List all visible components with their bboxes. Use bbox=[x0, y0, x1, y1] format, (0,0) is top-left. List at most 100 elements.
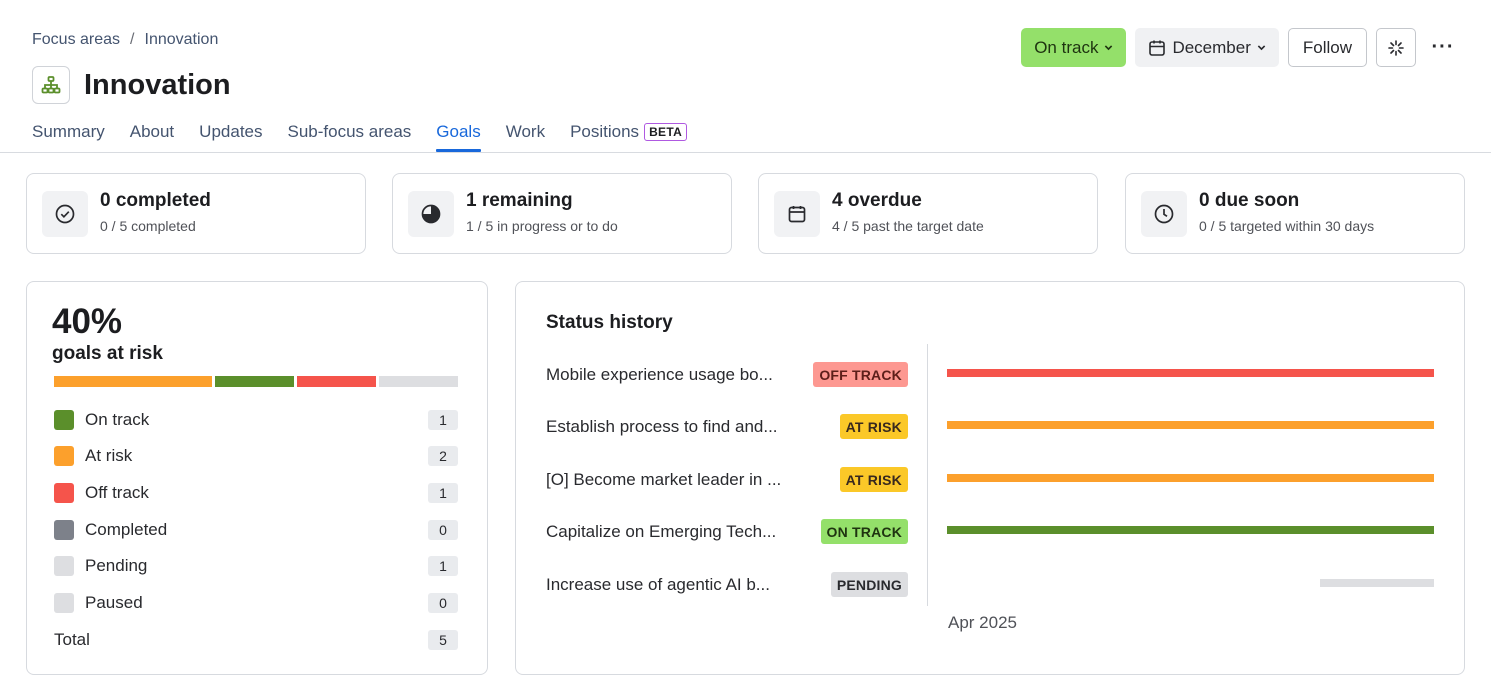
history-row[interactable]: Capitalize on Emerging Tech... ON TRACK bbox=[546, 519, 908, 545]
tab-updates[interactable]: Updates bbox=[199, 122, 262, 151]
tab-bar: Summary About Updates Sub-focus areas Go… bbox=[32, 122, 688, 152]
more-icon: ··· bbox=[1431, 36, 1455, 58]
total-count-badge: 5 bbox=[428, 630, 458, 650]
goal-name: Establish process to find and... bbox=[546, 417, 778, 436]
legend-row-paused[interactable]: Paused 0 bbox=[54, 592, 458, 614]
status-history-panel: Status history Mobile experience usage b… bbox=[515, 281, 1465, 675]
stat-card-due-soon[interactable]: 0 due soon 0 / 5 targeted within 30 days bbox=[1125, 173, 1465, 254]
risk-label: goals at risk bbox=[52, 343, 163, 364]
count-badge: 1 bbox=[428, 556, 458, 576]
goals-at-risk-panel: 40% goals at risk On track 1 At risk 2 O… bbox=[26, 281, 488, 675]
count-badge: 1 bbox=[428, 483, 458, 503]
stat-card-overdue[interactable]: 4 overdue 4 / 5 past the target date bbox=[758, 173, 1098, 254]
stat-card-completed[interactable]: 0 completed 0 / 5 completed bbox=[26, 173, 366, 254]
tab-label: Goals bbox=[436, 122, 481, 141]
legend-row-total: Total 5 bbox=[54, 629, 458, 651]
follow-button[interactable]: Follow bbox=[1287, 28, 1367, 67]
ai-sparkle-button[interactable] bbox=[1376, 28, 1416, 67]
history-row[interactable]: Increase use of agentic AI b... PENDING bbox=[546, 572, 908, 598]
legend-swatch bbox=[54, 520, 74, 540]
breadcrumb-separator: / bbox=[130, 31, 135, 48]
calendar-icon bbox=[774, 191, 820, 237]
legend-label: Completed bbox=[85, 520, 168, 539]
tab-about[interactable]: About bbox=[130, 122, 174, 151]
total-label: Total bbox=[54, 630, 90, 649]
legend-label: Paused bbox=[85, 593, 143, 612]
status-history-title: Status history bbox=[546, 312, 673, 333]
tab-label: Positions bbox=[570, 122, 640, 141]
goal-name: [O] Become market leader in ... bbox=[546, 470, 782, 489]
tab-sub-focus-areas[interactable]: Sub-focus areas bbox=[288, 122, 412, 151]
legend-swatch bbox=[54, 593, 74, 613]
tab-positions[interactable]: Positions BETA bbox=[570, 122, 688, 151]
tab-goals[interactable]: Goals bbox=[436, 122, 482, 152]
legend-label: At risk bbox=[85, 446, 133, 465]
stat-title: 0 completed bbox=[100, 190, 211, 211]
history-bar bbox=[947, 369, 1434, 377]
count-badge: 0 bbox=[428, 520, 458, 540]
history-bar bbox=[947, 421, 1434, 429]
goal-name: Mobile experience usage bo... bbox=[546, 365, 773, 384]
tab-summary[interactable]: Summary bbox=[32, 122, 105, 151]
legend-label: On track bbox=[85, 410, 150, 429]
history-row[interactable]: [O] Become market leader in ... AT RISK bbox=[546, 467, 908, 493]
tab-work[interactable]: Work bbox=[506, 122, 545, 151]
hierarchy-icon[interactable] bbox=[32, 66, 70, 104]
risk-percentage: 40% bbox=[52, 302, 123, 341]
stat-subtitle: 0 / 5 targeted within 30 days bbox=[1199, 218, 1375, 234]
status-lozenge: AT RISK bbox=[839, 467, 908, 492]
legend-swatch bbox=[54, 483, 74, 503]
chevron-down-icon bbox=[1257, 45, 1266, 51]
legend-row-at-risk[interactable]: At risk 2 bbox=[54, 445, 458, 467]
page-title: Innovation bbox=[84, 68, 231, 101]
history-bar bbox=[947, 526, 1434, 534]
legend-row-on-track[interactable]: On track 1 bbox=[54, 409, 458, 431]
stat-card-remaining[interactable]: 1 remaining 1 / 5 in progress or to do bbox=[392, 173, 732, 254]
risk-bar-segment bbox=[215, 376, 294, 387]
risk-stacked-bar bbox=[54, 376, 458, 387]
stat-subtitle: 0 / 5 completed bbox=[100, 218, 196, 234]
count-badge: 2 bbox=[428, 446, 458, 466]
date-label: December bbox=[1172, 37, 1251, 57]
more-actions-button[interactable]: ··· bbox=[1425, 28, 1461, 67]
count-badge: 0 bbox=[428, 593, 458, 613]
page-header: Focus areas / Innovation Innovation On t… bbox=[32, 28, 1461, 108]
timeline-axis-label: Apr 2025 bbox=[948, 613, 1017, 632]
breadcrumb-focus-areas[interactable]: Focus areas bbox=[32, 31, 120, 49]
tab-label: About bbox=[129, 122, 175, 141]
status-lozenge: ON TRACK bbox=[820, 519, 908, 544]
date-dropdown-button[interactable]: December bbox=[1135, 28, 1279, 67]
goal-name: Capitalize on Emerging Tech... bbox=[546, 522, 777, 541]
header-actions: On track December Follow ··· bbox=[1021, 28, 1461, 67]
count-badge: 1 bbox=[428, 410, 458, 430]
calendar-icon bbox=[1149, 40, 1166, 56]
status-lozenge: AT RISK bbox=[839, 414, 908, 439]
legend-row-completed[interactable]: Completed 0 bbox=[54, 519, 458, 541]
risk-bar-segment bbox=[297, 376, 376, 387]
legend-swatch bbox=[54, 446, 74, 466]
stat-title: 1 remaining bbox=[466, 190, 573, 211]
timeline-divider bbox=[927, 344, 928, 606]
status-lozenge: PENDING bbox=[830, 572, 908, 597]
history-row[interactable]: Mobile experience usage bo... OFF TRACK bbox=[546, 362, 908, 388]
risk-bar-segment bbox=[379, 376, 458, 387]
legend-label: Pending bbox=[85, 556, 148, 575]
tab-label: Work bbox=[505, 122, 546, 141]
clock-icon bbox=[1141, 191, 1187, 237]
check-circle-icon bbox=[42, 191, 88, 237]
chevron-down-icon bbox=[1105, 45, 1113, 51]
legend-swatch bbox=[54, 556, 74, 576]
pie-chart-icon bbox=[408, 191, 454, 237]
legend-row-pending[interactable]: Pending 1 bbox=[54, 555, 458, 577]
breadcrumb: Focus areas / Innovation bbox=[32, 31, 218, 49]
legend-label: Off track bbox=[85, 483, 149, 502]
history-bar bbox=[1320, 579, 1434, 587]
breadcrumb-innovation[interactable]: Innovation bbox=[145, 31, 219, 49]
history-row[interactable]: Establish process to find and... AT RISK bbox=[546, 414, 908, 440]
tab-label: Summary bbox=[32, 122, 105, 141]
status-dropdown-button[interactable]: On track bbox=[1021, 28, 1127, 67]
risk-bar-segment bbox=[54, 376, 212, 387]
legend-row-off-track[interactable]: Off track 1 bbox=[54, 482, 458, 504]
stat-title: 4 overdue bbox=[832, 190, 922, 211]
tab-label: Updates bbox=[199, 122, 263, 141]
